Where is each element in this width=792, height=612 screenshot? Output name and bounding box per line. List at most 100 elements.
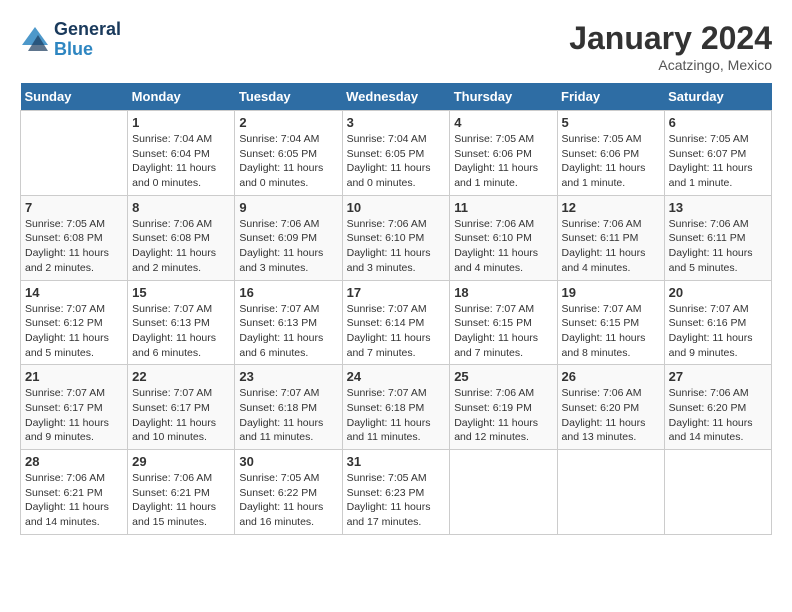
calendar-cell: 23 Sunrise: 7:07 AM Sunset: 6:18 PM Dayli…	[235, 365, 342, 450]
day-info: Sunrise: 7:07 AM Sunset: 6:18 PM Dayligh…	[239, 386, 337, 445]
calendar-cell: 18 Sunrise: 7:07 AM Sunset: 6:15 PM Dayli…	[450, 280, 557, 365]
day-number: 22	[132, 369, 230, 384]
subtitle: Acatzingo, Mexico	[569, 57, 772, 73]
day-info: Sunrise: 7:05 AM Sunset: 6:22 PM Dayligh…	[239, 471, 337, 530]
day-info: Sunrise: 7:06 AM Sunset: 6:21 PM Dayligh…	[25, 471, 123, 530]
header-tuesday: Tuesday	[235, 83, 342, 111]
day-number: 7	[25, 200, 123, 215]
calendar-cell: 12 Sunrise: 7:06 AM Sunset: 6:11 PM Dayli…	[557, 195, 664, 280]
day-info: Sunrise: 7:07 AM Sunset: 6:13 PM Dayligh…	[132, 302, 230, 361]
calendar-cell: 10Sunrise: 7:06 AM Sunset: 6:10 PM Dayli…	[342, 195, 450, 280]
day-info: Sunrise: 7:07 AM Sunset: 6:12 PM Dayligh…	[25, 302, 123, 361]
calendar-cell: 6 Sunrise: 7:05 AM Sunset: 6:07 PM Daylig…	[664, 111, 771, 196]
day-info: Sunrise: 7:07 AM Sunset: 6:16 PM Dayligh…	[669, 302, 767, 361]
day-number: 18	[454, 285, 552, 300]
day-number: 21	[25, 369, 123, 384]
day-number: 2	[239, 115, 337, 130]
day-info: Sunrise: 7:04 AM Sunset: 6:05 PM Dayligh…	[239, 132, 337, 191]
header-monday: Monday	[128, 83, 235, 111]
day-info: Sunrise: 7:06 AM Sunset: 6:10 PM Dayligh…	[454, 217, 552, 276]
week-row-3: 14 Sunrise: 7:07 AM Sunset: 6:12 PM Dayli…	[21, 280, 772, 365]
week-row-1: 1Sunrise: 7:04 AM Sunset: 6:04 PM Daylig…	[21, 111, 772, 196]
calendar-cell: 16 Sunrise: 7:07 AM Sunset: 6:13 PM Dayli…	[235, 280, 342, 365]
day-number: 3	[347, 115, 446, 130]
calendar-cell: 3 Sunrise: 7:04 AM Sunset: 6:05 PM Daylig…	[342, 111, 450, 196]
day-number: 8	[132, 200, 230, 215]
week-row-4: 21 Sunrise: 7:07 AM Sunset: 6:17 PM Dayli…	[21, 365, 772, 450]
calendar-cell: 20 Sunrise: 7:07 AM Sunset: 6:16 PM Dayli…	[664, 280, 771, 365]
calendar-cell: 21Sunrise: 7:07 AM Sunset: 6:17 PM Dayli…	[21, 365, 128, 450]
day-number: 26	[562, 369, 660, 384]
day-info: Sunrise: 7:07 AM Sunset: 6:15 PM Dayligh…	[454, 302, 552, 361]
calendar-cell: 2 Sunrise: 7:04 AM Sunset: 6:05 PM Daylig…	[235, 111, 342, 196]
day-number: 25	[454, 369, 552, 384]
calendar-cell: 24Sunrise: 7:07 AM Sunset: 6:18 PM Dayli…	[342, 365, 450, 450]
day-number: 6	[669, 115, 767, 130]
day-number: 13	[669, 200, 767, 215]
logo-icon	[20, 25, 50, 55]
day-info: Sunrise: 7:05 AM Sunset: 6:23 PM Dayligh…	[347, 471, 446, 530]
day-number: 5	[562, 115, 660, 130]
header-sunday: Sunday	[21, 83, 128, 111]
page-header: General Blue January 2024 Acatzingo, Mex…	[20, 20, 772, 73]
day-info: Sunrise: 7:07 AM Sunset: 6:14 PM Dayligh…	[347, 302, 446, 361]
calendar-cell: 14 Sunrise: 7:07 AM Sunset: 6:12 PM Dayli…	[21, 280, 128, 365]
logo-text: General Blue	[54, 20, 121, 60]
day-info: Sunrise: 7:06 AM Sunset: 6:11 PM Dayligh…	[562, 217, 660, 276]
header-thursday: Thursday	[450, 83, 557, 111]
day-info: Sunrise: 7:06 AM Sunset: 6:10 PM Dayligh…	[347, 217, 446, 276]
day-info: Sunrise: 7:05 AM Sunset: 6:06 PM Dayligh…	[562, 132, 660, 191]
day-info: Sunrise: 7:06 AM Sunset: 6:19 PM Dayligh…	[454, 386, 552, 445]
day-number: 31	[347, 454, 446, 469]
day-info: Sunrise: 7:04 AM Sunset: 6:05 PM Dayligh…	[347, 132, 446, 191]
day-number: 23	[239, 369, 337, 384]
day-info: Sunrise: 7:07 AM Sunset: 6:17 PM Dayligh…	[132, 386, 230, 445]
header-friday: Friday	[557, 83, 664, 111]
calendar-cell: 26Sunrise: 7:06 AM Sunset: 6:20 PM Dayli…	[557, 365, 664, 450]
calendar-cell: 19 Sunrise: 7:07 AM Sunset: 6:15 PM Dayli…	[557, 280, 664, 365]
calendar-cell: 9 Sunrise: 7:06 AM Sunset: 6:09 PM Daylig…	[235, 195, 342, 280]
calendar-cell: 8 Sunrise: 7:06 AM Sunset: 6:08 PM Daylig…	[128, 195, 235, 280]
day-number: 1	[132, 115, 230, 130]
calendar-cell: 4Sunrise: 7:05 AM Sunset: 6:06 PM Daylig…	[450, 111, 557, 196]
calendar-cell: 28Sunrise: 7:06 AM Sunset: 6:21 PM Dayli…	[21, 450, 128, 535]
day-info: Sunrise: 7:06 AM Sunset: 6:11 PM Dayligh…	[669, 217, 767, 276]
calendar-cell: 1Sunrise: 7:04 AM Sunset: 6:04 PM Daylig…	[128, 111, 235, 196]
day-info: Sunrise: 7:06 AM Sunset: 6:09 PM Dayligh…	[239, 217, 337, 276]
calendar-cell	[21, 111, 128, 196]
day-number: 17	[347, 285, 446, 300]
calendar-cell: 25 Sunrise: 7:06 AM Sunset: 6:19 PM Dayli…	[450, 365, 557, 450]
calendar-cell: 27Sunrise: 7:06 AM Sunset: 6:20 PM Dayli…	[664, 365, 771, 450]
calendar-cell	[557, 450, 664, 535]
day-number: 11	[454, 200, 552, 215]
day-info: Sunrise: 7:05 AM Sunset: 6:07 PM Dayligh…	[669, 132, 767, 191]
month-title: January 2024	[569, 20, 772, 57]
day-info: Sunrise: 7:05 AM Sunset: 6:06 PM Dayligh…	[454, 132, 552, 191]
calendar-cell: 29Sunrise: 7:06 AM Sunset: 6:21 PM Dayli…	[128, 450, 235, 535]
calendar-body: 1Sunrise: 7:04 AM Sunset: 6:04 PM Daylig…	[21, 111, 772, 535]
day-number: 20	[669, 285, 767, 300]
day-info: Sunrise: 7:07 AM Sunset: 6:13 PM Dayligh…	[239, 302, 337, 361]
week-row-2: 7 Sunrise: 7:05 AM Sunset: 6:08 PM Daylig…	[21, 195, 772, 280]
header-saturday: Saturday	[664, 83, 771, 111]
day-number: 15	[132, 285, 230, 300]
day-info: Sunrise: 7:06 AM Sunset: 6:08 PM Dayligh…	[132, 217, 230, 276]
day-info: Sunrise: 7:06 AM Sunset: 6:21 PM Dayligh…	[132, 471, 230, 530]
day-number: 16	[239, 285, 337, 300]
day-number: 14	[25, 285, 123, 300]
calendar-cell	[450, 450, 557, 535]
title-block: January 2024 Acatzingo, Mexico	[569, 20, 772, 73]
week-row-5: 28Sunrise: 7:06 AM Sunset: 6:21 PM Dayli…	[21, 450, 772, 535]
day-info: Sunrise: 7:07 AM Sunset: 6:15 PM Dayligh…	[562, 302, 660, 361]
calendar-cell	[664, 450, 771, 535]
day-number: 19	[562, 285, 660, 300]
day-info: Sunrise: 7:05 AM Sunset: 6:08 PM Dayligh…	[25, 217, 123, 276]
day-number: 9	[239, 200, 337, 215]
day-number: 12	[562, 200, 660, 215]
logo: General Blue	[20, 20, 121, 60]
calendar-cell: 22 Sunrise: 7:07 AM Sunset: 6:17 PM Dayli…	[128, 365, 235, 450]
calendar-cell: 15 Sunrise: 7:07 AM Sunset: 6:13 PM Dayli…	[128, 280, 235, 365]
calendar-cell: 11 Sunrise: 7:06 AM Sunset: 6:10 PM Dayli…	[450, 195, 557, 280]
calendar-table: SundayMondayTuesdayWednesdayThursdayFrid…	[20, 83, 772, 535]
calendar-cell: 31 Sunrise: 7:05 AM Sunset: 6:23 PM Dayli…	[342, 450, 450, 535]
